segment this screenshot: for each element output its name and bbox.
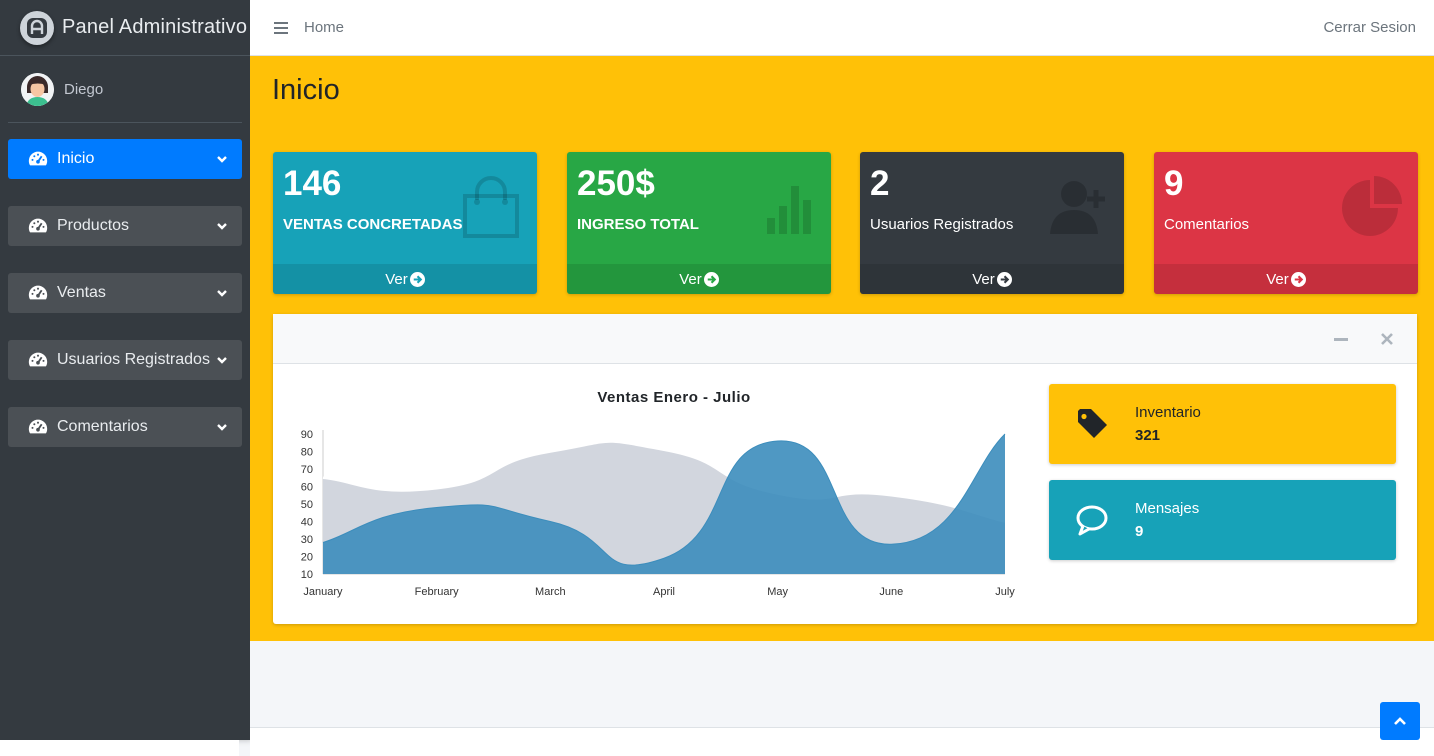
arrow-circle-right-icon [1290,271,1306,287]
card-header [273,314,1417,364]
box-footer-label: Ver [679,270,702,288]
sales-chart-svg: Ventas Enero - Julio 10 20 30 40 50 60 70 80 90 Ja… [301,389,1016,598]
sales-chart: Ventas Enero - Julio 10 20 30 40 50 60 70 80 90 Ja… [285,374,1025,604]
box-label: Comentarios [1164,216,1250,233]
scroll-to-top-button[interactable] [1380,702,1420,740]
brand-link[interactable]: Panel Administrativo [0,0,250,56]
x-tick-label: March [535,586,566,598]
box-label: INGRESO TOTAL [577,216,699,233]
user-name: Diego [64,80,104,98]
chart-title: Ventas Enero - Julio [597,389,750,406]
small-box-comentarios: 9 Comentarios Ver [1154,152,1418,294]
page-title: Inicio [272,74,340,106]
tachometer-icon [28,218,48,233]
sidebar-item-label: Ventas [57,284,106,301]
chevron-down-icon [217,156,227,163]
sidebar-item-label: Usuarios Registrados [57,351,210,368]
y-tick-label: 80 [301,447,313,459]
sidebar-item-comentarios[interactable]: Comentarios [8,407,242,447]
small-box-ventas: 146 VENTAS CONCRETADAS Ver [273,152,537,294]
minus-icon[interactable] [1333,331,1349,347]
main-footer [250,641,1434,756]
y-tick-label: 40 [301,517,313,529]
chevron-down-icon [217,290,227,297]
y-tick-label: 20 [301,552,313,564]
content-wrapper: Inicio 146 VENTAS CONCRETADAS Ver 250$ I… [250,56,1434,641]
sidebar-item-label: Inicio [57,150,95,167]
tag-icon [1078,409,1107,438]
brand-name: Panel Administrativo [62,16,248,38]
box-footer-link[interactable]: Ver [273,264,537,294]
sidebar-item-inicio[interactable]: Inicio [8,139,242,179]
sidebar-bottom-strip [0,740,239,756]
small-box-ingreso: 250$ INGRESO TOTAL Ver [567,152,831,294]
chevron-down-icon [217,424,227,431]
info-box-label: Inventario [1135,404,1201,421]
sidebar-item-usuarios-registrados[interactable]: Usuarios Registrados [8,340,242,380]
logout-link[interactable]: Cerrar Sesion [1323,19,1416,36]
comment-icon [1076,505,1108,536]
sidebar: Panel Administrativo Diego Inicio Produc… [0,0,250,740]
arrow-circle-right-icon [996,271,1012,287]
sidebar-nav: Inicio Productos Ventas Usuarios Registr… [0,139,250,447]
box-footer-label: Ver [972,270,995,288]
sidebar-item-label: Productos [57,217,130,234]
sidebar-item-productos[interactable]: Productos [8,206,242,246]
box-footer-link[interactable]: Ver [567,264,831,294]
tachometer-icon [28,151,48,166]
y-tick-label: 60 [301,482,313,494]
box-footer-label: Ver [385,270,408,288]
x-tick-label: July [995,586,1015,598]
box-label: VENTAS CONCRETADAS [283,216,463,233]
x-tick-label: April [653,586,675,598]
sales-card: Ventas Enero - Julio 10 20 30 40 50 60 70 80 90 Ja… [273,314,1417,624]
y-tick-label: 90 [301,429,313,441]
box-footer-link[interactable]: Ver [1154,264,1418,294]
y-tick-label: 10 [301,569,313,581]
x-tick-label: June [879,586,903,598]
arrow-circle-right-icon [409,271,425,287]
sidebar-item-label: Comentarios [57,418,148,435]
info-box-label: Mensajes [1135,500,1200,517]
x-tick-label: February [415,586,460,598]
arrow-circle-right-icon [703,271,719,287]
chevron-down-icon [217,357,227,364]
info-box-inventario: Inventario 321 [1049,384,1396,464]
small-box-usuarios: 2 Usuarios Registrados Ver [860,152,1124,294]
y-tick-label: 50 [301,499,313,511]
y-tick-label: 30 [301,534,313,546]
sidebar-item-ventas[interactable]: Ventas [8,273,242,313]
chevron-up-icon [1394,717,1406,725]
tachometer-icon [28,419,48,434]
chevron-down-icon [217,223,227,230]
info-box-value: 321 [1135,427,1161,444]
x-tick-label: January [303,586,343,598]
tachometer-icon [28,352,48,367]
x-tick-label: May [767,586,788,598]
info-box-value: 9 [1135,523,1144,540]
info-box-mensajes: Mensajes 9 [1049,480,1396,560]
tachometer-icon [28,285,48,300]
menu-toggle-icon[interactable] [274,21,288,35]
user-panel[interactable]: Diego [8,56,242,123]
footer-bottom [250,728,1434,756]
brand-logo-icon [20,10,54,45]
box-footer-link[interactable]: Ver [860,264,1124,294]
close-icon[interactable] [1379,331,1395,347]
box-footer-label: Ver [1266,270,1289,288]
y-tick-label: 70 [301,464,313,476]
avatar [21,72,54,106]
box-label: Usuarios Registrados [870,216,1014,233]
home-link[interactable]: Home [304,19,344,36]
top-navbar: Home Cerrar Sesion [250,0,1434,56]
